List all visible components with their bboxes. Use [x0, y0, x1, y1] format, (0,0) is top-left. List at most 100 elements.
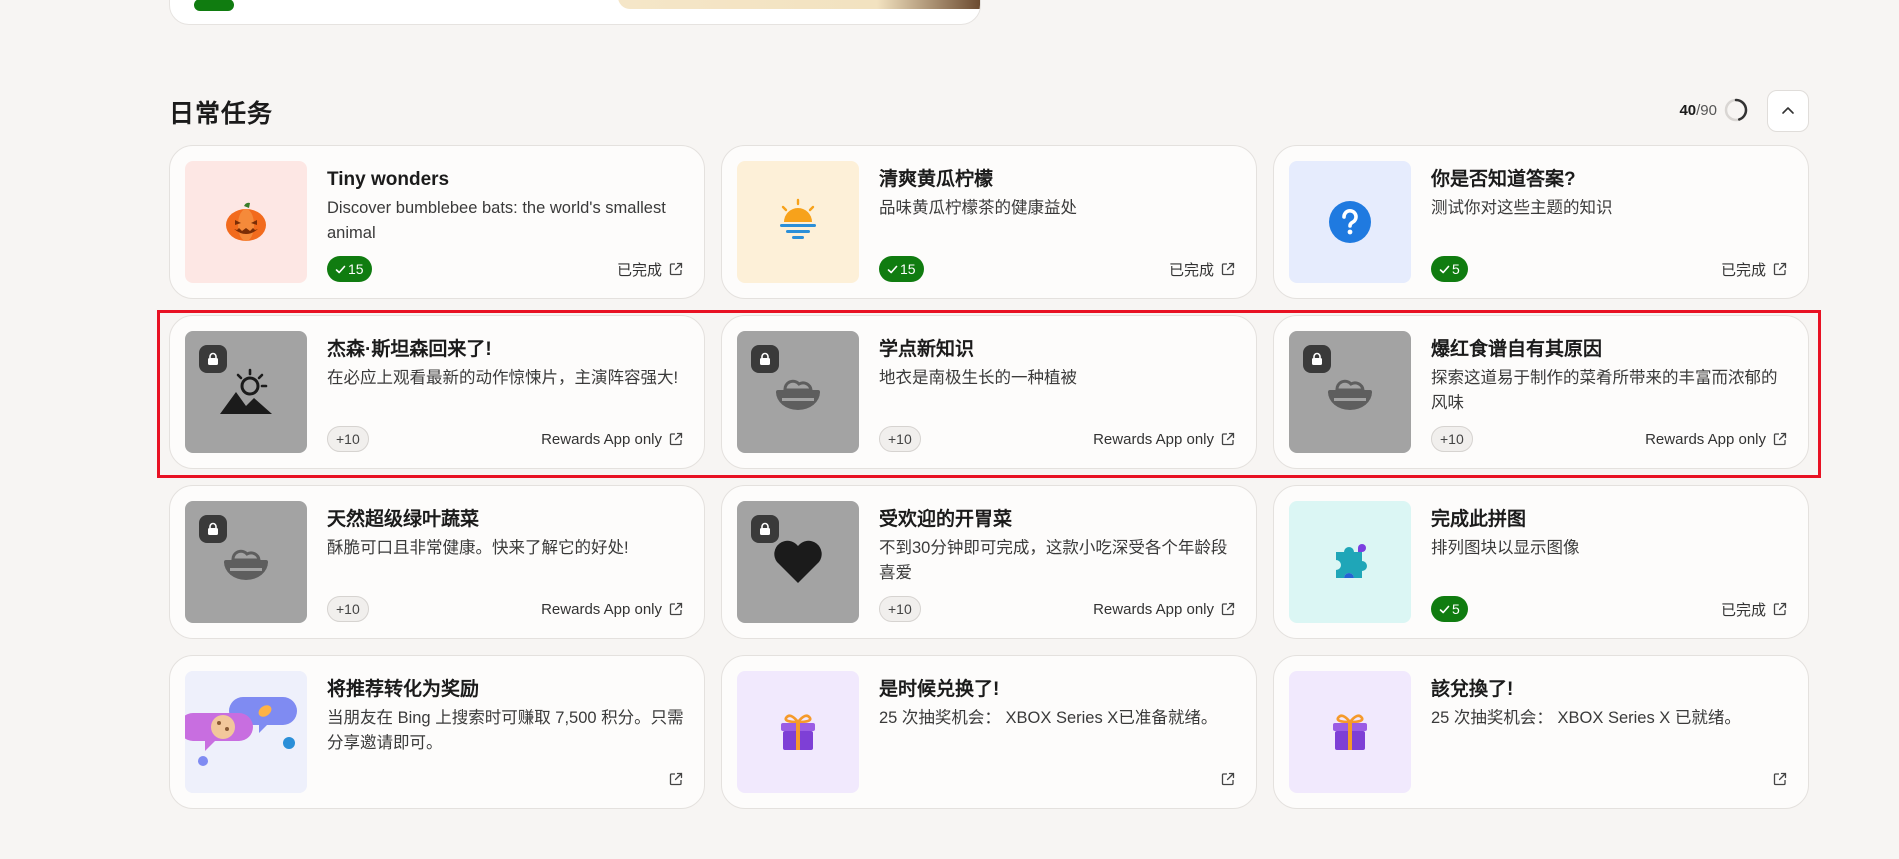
- task-title: 清爽黄瓜柠檬: [879, 169, 994, 190]
- external-link-icon: [1773, 262, 1787, 276]
- task-card[interactable]: 受欢迎的开胃菜 不到30分钟即可完成，这款小吃深受各个年龄段喜爱 +10 Reward…: [721, 485, 1257, 639]
- task-title: 完成此拼图: [1431, 509, 1527, 530]
- task-thumbnail: [185, 671, 307, 793]
- task-description: 酥脆可口且非常健康。快来了解它的好处!: [327, 539, 629, 557]
- task-status[interactable]: 已完成: [1721, 598, 1788, 620]
- task-title: 爆红食谱自有其原因: [1431, 339, 1603, 360]
- lock-icon: [199, 345, 227, 373]
- task-status[interactable]: 已完成: [1721, 258, 1788, 280]
- task-card[interactable]: 清爽黄瓜柠檬品味黄瓜柠檬茶的健康益处 15 已完成: [721, 145, 1257, 299]
- external-link-icon: [1773, 602, 1787, 616]
- external-link-icon: [1773, 772, 1787, 786]
- task-card[interactable]: 是时候兑换了! 25 次抽奖机会： XBOX Series X已准备就绪。: [721, 655, 1257, 809]
- checkmark-icon: [1439, 265, 1450, 273]
- task-thumbnail: [1289, 161, 1411, 283]
- status-label: 已完成: [1168, 261, 1214, 279]
- points-badge: +10: [879, 596, 921, 622]
- points-badge: +10: [879, 426, 921, 452]
- status-label: Rewards App only: [1645, 430, 1766, 448]
- task-card[interactable]: 将推荐转化为奖励当朋友在 Bing 上搜索时可赚取 7,500 积分。只需分享邀…: [169, 655, 705, 809]
- task-thumbnail: [737, 161, 859, 283]
- sunset-icon: [780, 198, 816, 239]
- task-thumbnail: [1289, 331, 1411, 453]
- task-description: 不到30分钟即可完成，这款小吃深受各个年龄段喜爱: [879, 539, 1228, 582]
- points-value: +10: [1440, 431, 1464, 447]
- points-value: 5: [1452, 261, 1460, 277]
- task-status[interactable]: Rewards App only: [1093, 428, 1236, 450]
- task-description: 品味黄瓜柠檬茶的健康益处: [879, 199, 1077, 217]
- external-link-icon: [669, 602, 683, 616]
- task-status[interactable]: [662, 768, 684, 790]
- external-link-icon: [669, 262, 683, 276]
- task-status[interactable]: Rewards App only: [541, 428, 684, 450]
- task-title: 学点新知识: [879, 339, 975, 360]
- task-status[interactable]: Rewards App only: [541, 598, 684, 620]
- task-thumbnail: [1289, 501, 1411, 623]
- task-description: 地衣是南极生长的一种植被: [879, 369, 1077, 387]
- progress-ring-icon: [1724, 98, 1748, 122]
- checkmark-icon: [335, 265, 346, 273]
- progress-indicator: 40/90: [1679, 96, 1749, 124]
- task-card[interactable]: 該兌換了! 25 次抽奖机会： XBOX Series X 已就绪。: [1273, 655, 1809, 809]
- task-title: 将推荐转化为奖励: [327, 679, 480, 700]
- section-title: 日常任务: [169, 100, 274, 128]
- task-thumbnail: [737, 501, 859, 623]
- task-card[interactable]: 杰森·斯坦森回来了! 在必应上观看最新的动作惊悚片，主演阵容强大! +10 Rewar…: [169, 315, 705, 469]
- collapse-button[interactable]: [1767, 90, 1809, 132]
- task-status[interactable]: [1214, 768, 1236, 790]
- points-badge: 15: [879, 256, 924, 282]
- points-badge: 15: [327, 256, 372, 282]
- task-thumbnail: [737, 331, 859, 453]
- task-thumbnail: [185, 161, 307, 283]
- status-label: 已完成: [1720, 601, 1766, 619]
- banner-image-partial: [618, 0, 980, 9]
- task-card[interactable]: 你是否知道答案? 测试你对这些主题的知识 5 已完成: [1273, 145, 1809, 299]
- chat-bubbles-icon: [185, 671, 307, 793]
- status-label: Rewards App only: [1093, 430, 1214, 448]
- task-description: 在必应上观看最新的动作惊悚片，主演阵容强大!: [327, 369, 679, 387]
- salad-bowl-icon: [224, 549, 268, 580]
- daily-tasks-header: 日常任务 40/90: [169, 88, 1809, 132]
- lock-icon: [751, 345, 779, 373]
- task-thumbnail: [737, 671, 859, 793]
- checkmark-icon: [1439, 605, 1450, 613]
- task-card[interactable]: 爆红食谱自有其原因探索这道易于制作的菜肴所带来的丰富而浓郁的风味 +10 Rewar…: [1273, 315, 1809, 469]
- points-badge: 5: [1431, 596, 1468, 622]
- task-title: 該兌換了!: [1431, 679, 1514, 700]
- external-link-icon: [1221, 262, 1235, 276]
- task-card[interactable]: 天然超级绿叶蔬菜酥脆可口且非常健康。快来了解它的好处! +10 Rewards Ap…: [169, 485, 705, 639]
- status-label: 已完成: [1720, 261, 1766, 279]
- progress-current: 40: [1679, 101, 1697, 119]
- task-description: 探索这道易于制作的菜肴所带来的丰富而浓郁的风味: [1431, 369, 1778, 412]
- task-thumbnail: [1289, 671, 1411, 793]
- points-value: +10: [888, 431, 912, 447]
- task-status[interactable]: 已完成: [1169, 258, 1236, 280]
- status-label: Rewards App only: [1093, 600, 1214, 618]
- task-status[interactable]: 已完成: [617, 258, 684, 280]
- task-title: 天然超级绿叶蔬菜: [327, 509, 480, 530]
- task-status[interactable]: Rewards App only: [1093, 598, 1236, 620]
- task-title: 你是否知道答案?: [1431, 169, 1576, 190]
- external-link-icon: [669, 432, 683, 446]
- task-card[interactable]: 学点新知识地衣是南极生长的一种植被 +10 Rewards App only: [721, 315, 1257, 469]
- heart-icon: [774, 540, 822, 583]
- points-value: +10: [336, 601, 360, 617]
- question-icon: [1329, 201, 1371, 243]
- points-value: +10: [888, 601, 912, 617]
- task-description: 当朋友在 Bing 上搜索时可赚取 7,500 积分。只需分享邀请即可。: [327, 709, 684, 752]
- lock-icon: [199, 515, 227, 543]
- task-title: Tiny wonders: [327, 169, 450, 190]
- task-card[interactable]: 完成此拼图 排列图块以显示图像 5 已完成: [1273, 485, 1809, 639]
- gift-icon: [1333, 714, 1367, 750]
- points-value: 15: [900, 261, 916, 277]
- task-thumbnail: [185, 501, 307, 623]
- task-card[interactable]: Tiny wonders Discover bumblebee bats: the…: [169, 145, 705, 299]
- task-status[interactable]: [1766, 768, 1788, 790]
- progress-total: /90: [1696, 101, 1717, 119]
- task-status[interactable]: Rewards App only: [1645, 428, 1788, 450]
- previous-section-card[interactable]: [169, 0, 981, 25]
- task-title: 杰森·斯坦森回来了!: [327, 339, 492, 360]
- pumpkin-icon: [226, 202, 266, 241]
- salad-bowl-icon: [776, 379, 820, 410]
- chevron-up-icon: [1782, 107, 1794, 114]
